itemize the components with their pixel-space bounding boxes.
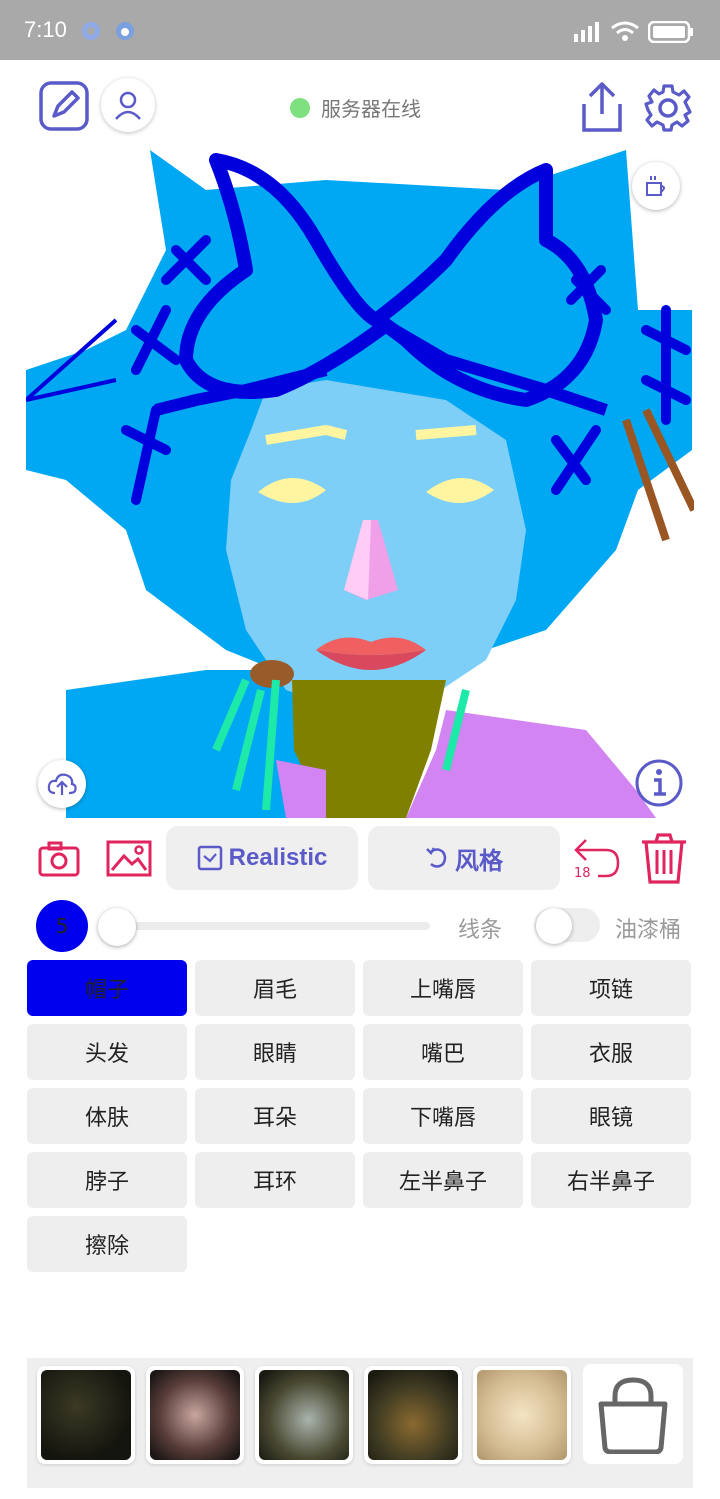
style-label: 风格 — [455, 847, 503, 875]
part-button-lower-lip[interactable]: 下嘴唇 — [363, 1088, 523, 1144]
drawing-canvas[interactable] — [26, 150, 694, 818]
part-button-necklace[interactable]: 项链 — [531, 960, 691, 1016]
style-thumbnail[interactable] — [473, 1366, 571, 1464]
part-label: 脖子 — [84, 1170, 129, 1195]
app-notification-icon — [82, 22, 100, 40]
trash-icon — [642, 833, 686, 884]
part-label: 眉毛 — [252, 978, 297, 1003]
part-button-neck[interactable]: 脖子 — [27, 1152, 187, 1208]
user-icon — [115, 91, 141, 120]
part-label: 眼睛 — [252, 1042, 297, 1067]
part-button-eyes[interactable]: 眼睛 — [195, 1024, 355, 1080]
coffee-button[interactable] — [632, 162, 680, 210]
part-button-erase[interactable]: 擦除 — [27, 1216, 187, 1272]
realistic-button[interactable]: Realistic — [166, 826, 358, 890]
status-dot — [290, 97, 310, 118]
part-button-upper-lip[interactable]: 上嘴唇 — [363, 960, 523, 1016]
style-thumbnail[interactable] — [255, 1366, 353, 1464]
part-label: 体肤 — [84, 1106, 129, 1131]
undo-count: 18 — [574, 866, 591, 881]
style-preview-image — [41, 1370, 131, 1460]
part-button-right-nose[interactable]: 右半鼻子 — [531, 1152, 691, 1208]
tool-row: Realistic 风格 18 — [0, 826, 720, 890]
brush-size-value: 5 — [55, 914, 69, 938]
upload-button[interactable] — [38, 760, 86, 808]
style-preview-image — [477, 1370, 567, 1460]
profile-button[interactable] — [101, 78, 155, 132]
camera-button[interactable] — [38, 840, 80, 878]
info-button[interactable] — [634, 758, 684, 808]
delete-button[interactable] — [640, 832, 688, 884]
part-button-earrings[interactable]: 耳环 — [195, 1152, 355, 1208]
coffee-icon — [646, 176, 665, 196]
top-bar: 服务器在线 — [0, 60, 720, 152]
part-label: 上嘴唇 — [409, 978, 476, 1003]
brush-size-badge[interactable]: 5 — [36, 900, 88, 952]
gallery-button[interactable] — [106, 840, 152, 878]
camera-icon — [38, 841, 80, 877]
style-thumbnail[interactable] — [146, 1366, 244, 1464]
undo-button[interactable]: 18 — [572, 834, 624, 884]
server-status: 服务器在线 — [290, 93, 421, 122]
brush-size-slider-thumb[interactable] — [98, 908, 136, 946]
edit-icon — [39, 81, 89, 131]
style-preview-image — [259, 1370, 349, 1460]
store-button[interactable] — [583, 1364, 683, 1464]
signal-icon — [574, 22, 599, 42]
brush-size-slider[interactable] — [100, 922, 430, 930]
part-button-skin[interactable]: 体肤 — [27, 1088, 187, 1144]
image-icon — [106, 840, 152, 877]
status-time: 7:10 — [24, 17, 67, 42]
refresh-icon — [426, 847, 447, 868]
gear-icon — [644, 84, 692, 132]
part-button-eyebrows[interactable]: 眉毛 — [195, 960, 355, 1016]
sketch-drawing — [26, 150, 694, 818]
part-label: 衣服 — [588, 1042, 633, 1067]
toggle-knob — [536, 908, 572, 944]
share-button[interactable] — [578, 80, 626, 134]
part-label: 擦除 — [84, 1234, 129, 1259]
part-label: 眼镜 — [588, 1106, 633, 1131]
part-label: 头发 — [84, 1042, 129, 1067]
cloud-upload-icon — [47, 773, 77, 795]
style-preview-image — [150, 1370, 240, 1460]
part-label: 右半鼻子 — [566, 1170, 655, 1195]
style-preview-image — [368, 1370, 458, 1460]
wifi-icon — [611, 21, 639, 41]
share-icon — [582, 82, 622, 132]
style-button[interactable]: 风格 — [368, 826, 560, 890]
battery-icon — [648, 21, 693, 43]
part-button-left-nose[interactable]: 左半鼻子 — [363, 1152, 523, 1208]
style-gallery — [27, 1358, 693, 1488]
checkbox-icon — [197, 845, 222, 871]
server-status-text: 服务器在线 — [321, 97, 421, 121]
part-button-hair[interactable]: 头发 — [27, 1024, 187, 1080]
style-thumbnail[interactable] — [364, 1366, 462, 1464]
bucket-mode-label: 油漆桶 — [615, 918, 682, 943]
part-label: 耳环 — [252, 1170, 297, 1195]
info-icon — [635, 759, 683, 807]
line-mode-label: 线条 — [458, 918, 503, 943]
bug-notification-icon — [116, 22, 134, 40]
realistic-label: Realistic — [228, 844, 328, 871]
part-label: 左半鼻子 — [398, 1170, 487, 1195]
part-button-hat[interactable]: 帽子 — [27, 960, 187, 1016]
settings-button[interactable] — [642, 82, 694, 134]
part-label: 帽子 — [84, 978, 129, 1003]
part-label: 下嘴唇 — [409, 1106, 476, 1131]
part-button-glasses[interactable]: 眼镜 — [531, 1088, 691, 1144]
fill-bucket-toggle[interactable] — [534, 908, 600, 944]
part-button-clothes[interactable]: 衣服 — [531, 1024, 691, 1080]
part-label: 耳朵 — [252, 1106, 297, 1131]
status-bar: 7:10 — [0, 0, 720, 60]
part-button-mouth[interactable]: 嘴巴 — [363, 1024, 523, 1080]
part-label: 嘴巴 — [420, 1042, 465, 1067]
edit-button[interactable] — [38, 80, 90, 132]
brush-row: 5 线条 油漆桶 — [0, 900, 720, 954]
part-label: 项链 — [588, 978, 633, 1003]
shopping-bag-icon — [598, 1377, 668, 1454]
part-button-ears[interactable]: 耳朵 — [195, 1088, 355, 1144]
style-thumbnail[interactable] — [37, 1366, 135, 1464]
